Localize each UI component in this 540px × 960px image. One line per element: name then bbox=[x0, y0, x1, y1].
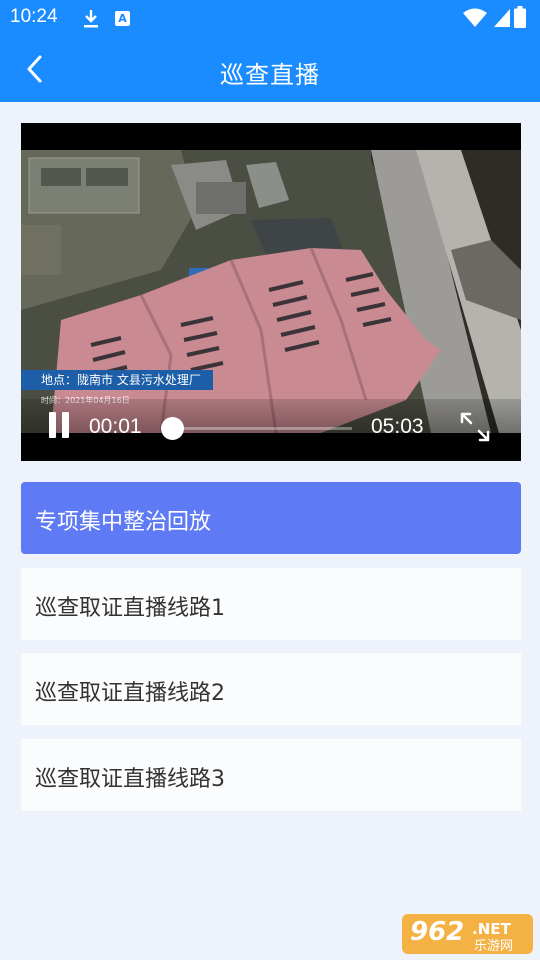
current-time: 00:01 bbox=[89, 415, 142, 438]
list-item-label: 巡查取证直播线路2 bbox=[35, 681, 225, 706]
svg-text:乐游网: 乐游网 bbox=[474, 939, 513, 954]
status-bar: 10:24 A bbox=[0, 0, 540, 37]
total-duration: 05:03 bbox=[371, 415, 424, 438]
list-item-label: 巡查取证直播线路1 bbox=[35, 596, 225, 621]
fullscreen-icon[interactable] bbox=[459, 411, 491, 443]
status-time: 10:24 bbox=[10, 6, 58, 27]
list-item-route-2[interactable]: 巡查取证直播线路2 bbox=[21, 653, 521, 725]
app-bar: 巡查直播 bbox=[0, 37, 540, 102]
aerial-video-frame bbox=[21, 150, 521, 433]
svg-text:.NET: .NET bbox=[472, 920, 511, 938]
download-icon bbox=[84, 10, 98, 28]
list-item-route-1[interactable]: 巡查取证直播线路1 bbox=[21, 568, 521, 640]
site-watermark-logo: 962 .NET 乐游网 bbox=[402, 914, 533, 954]
battery-icon bbox=[514, 6, 526, 28]
list-item-route-3[interactable]: 巡查取证直播线路3 bbox=[21, 739, 521, 811]
video-controls: 00:01 05:03 bbox=[21, 399, 521, 459]
list-item-special-replay[interactable]: 专项集中整治回放 bbox=[21, 482, 521, 554]
signal-icon bbox=[494, 9, 510, 27]
list-item-label: 专项集中整治回放 bbox=[35, 510, 212, 535]
page-title: 巡查直播 bbox=[220, 61, 320, 89]
svg-text:962: 962 bbox=[410, 917, 464, 947]
a-notification-icon: A bbox=[115, 11, 130, 26]
list-item-label: 巡查取证直播线路3 bbox=[35, 767, 225, 792]
seek-bar[interactable] bbox=[172, 427, 352, 430]
seek-knob[interactable] bbox=[161, 417, 185, 440]
pause-icon[interactable] bbox=[46, 412, 72, 438]
location-overlay: 地点：陇南市 文县污水处理厂 bbox=[21, 370, 213, 390]
video-player[interactable]: 地点：陇南市 文县污水处理厂 时间：2021年04月16日 00:01 05:0… bbox=[21, 123, 521, 461]
wifi-icon bbox=[463, 8, 487, 27]
